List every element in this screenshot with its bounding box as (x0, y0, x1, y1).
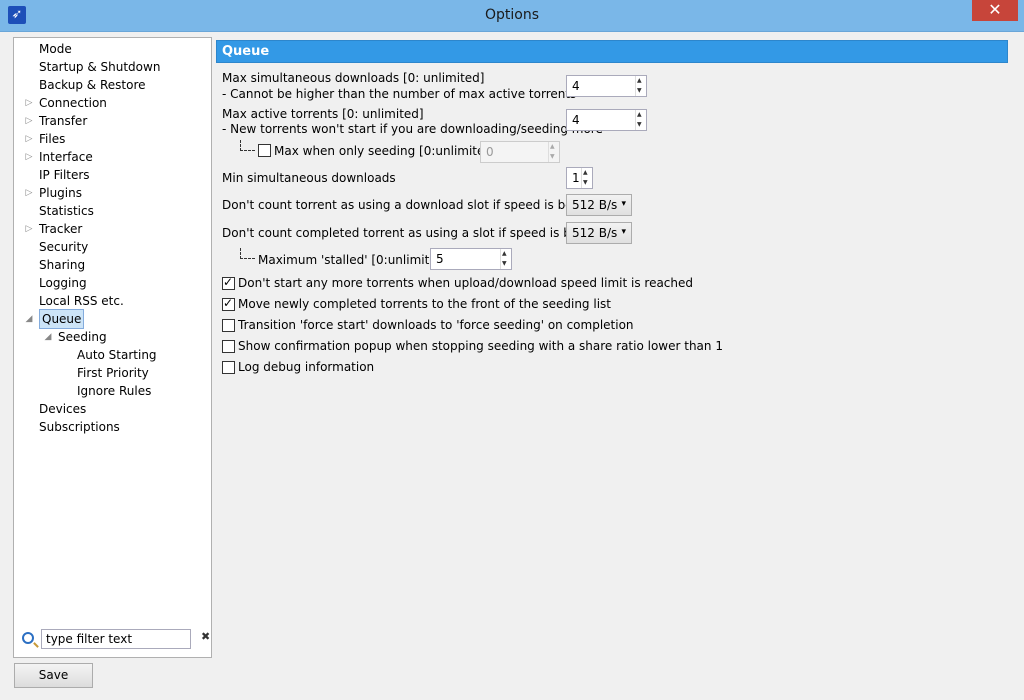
option-checkbox-label[interactable]: Transition 'force start' downloads to 'f… (238, 318, 634, 332)
completed-slot-speed-value: 512 B/s (572, 226, 618, 240)
spinner-arrows-icon[interactable]: ▲ ▼ (548, 142, 559, 162)
chevron-down-icon: ▾ (621, 199, 626, 209)
options-tree: Mode Startup & Shutdown Backup & Restore ▷ C… (13, 37, 212, 658)
expand-arrow-icon[interactable]: ▷ (24, 184, 34, 202)
option-checkbox-label[interactable]: Move newly completed torrents to the fro… (238, 297, 611, 311)
sidebar-item-label: Statistics (39, 204, 94, 218)
sidebar-item-label: Connection (39, 96, 107, 110)
max-active-note: - New torrents won't start if you are do… (222, 122, 603, 136)
sidebar-item-label: Ignore Rules (77, 384, 152, 398)
min-downloads-value: 1 (572, 171, 580, 185)
tree-connector (240, 248, 255, 259)
sidebar-item-label: Devices (39, 402, 87, 416)
filter-input[interactable] (41, 629, 191, 649)
sidebar-item-label: First Priority (77, 366, 149, 380)
expand-arrow-icon[interactable]: ▷ (24, 94, 34, 112)
expand-arrow-icon[interactable]: ▷ (24, 148, 34, 166)
sidebar-item-label: Local RSS etc. (39, 294, 124, 308)
max-downloads-note: - Cannot be higher than the number of ma… (222, 87, 577, 101)
save-button[interactable]: Save (14, 663, 93, 688)
stalled-value: 5 (436, 252, 444, 266)
chevron-down-icon: ▾ (621, 227, 626, 237)
sidebar-item-label: Startup & Shutdown (39, 60, 161, 74)
option-checkbox[interactable] (222, 361, 235, 374)
max-active-spinner[interactable]: 4 ▲ ▼ (566, 109, 647, 131)
expand-arrow-icon[interactable]: ▷ (24, 112, 34, 130)
spinner-arrows-icon[interactable]: ▲ ▼ (635, 76, 646, 96)
max-active-label: Max active torrents [0: unlimited] (222, 107, 424, 121)
sidebar-item-label: Seeding (58, 330, 107, 344)
collapse-arrow-icon[interactable]: ◢ (43, 328, 53, 346)
title-bar[interactable]: ➶ Options ✕ (0, 0, 1024, 32)
min-downloads-spinner[interactable]: 1 ▲ ▼ (566, 167, 593, 189)
sidebar-item-label: Sharing (39, 258, 86, 272)
dl-slot-speed-value: 512 B/s (572, 198, 618, 212)
spinner-arrows-icon[interactable]: ▲ ▼ (635, 110, 646, 130)
option-checkbox[interactable] (222, 275, 235, 290)
sidebar-item-label: Logging (39, 276, 87, 290)
option-checkbox[interactable] (222, 319, 235, 332)
sidebar-item-label: Auto Starting (77, 348, 157, 362)
queue-panel: Queue Max simultaneous downloads [0: unl… (214, 37, 1011, 690)
max-seeding-spinner[interactable]: 0 ▲ ▼ (480, 141, 560, 163)
dl-slot-speed-select[interactable]: 512 B/s ▾ (566, 194, 632, 216)
option-checkbox-label[interactable]: Log debug information (238, 360, 374, 374)
search-icon (22, 632, 34, 644)
spinner-arrows-icon[interactable]: ▲ ▼ (500, 249, 511, 269)
sidebar-item-label: Transfer (39, 114, 88, 128)
completed-slot-label: Don't count completed torrent as using a… (222, 226, 599, 240)
expand-arrow-icon[interactable]: ▷ (24, 220, 34, 238)
sidebar-item-label: Subscriptions (39, 420, 120, 434)
dl-slot-label: Don't count torrent as using a download … (222, 198, 594, 212)
section-header: Queue (216, 40, 1008, 63)
sidebar-item-label: Files (39, 132, 66, 146)
clear-filter-icon[interactable]: ✖ (201, 630, 210, 643)
options-window: ➶ Options ✕ Mode Startup & Shutdown Backup… (0, 0, 1024, 700)
tree-connector (240, 140, 255, 151)
max-seeding-value: 0 (486, 145, 494, 159)
window-title: Options (484, 7, 540, 23)
max-downloads-label: Max simultaneous downloads [0: unlimited… (222, 71, 485, 85)
max-downloads-value: 4 (572, 79, 580, 93)
sidebar-item-label: Tracker (39, 222, 83, 236)
max-downloads-spinner[interactable]: 4 ▲ ▼ (566, 75, 647, 97)
option-checkbox[interactable] (222, 340, 235, 353)
sidebar-item-label: Queue (39, 309, 85, 329)
stalled-spinner[interactable]: 5 ▲ ▼ (430, 248, 512, 270)
sidebar-item-label: Plugins (39, 186, 82, 200)
sidebar-item-label: IP Filters (39, 168, 90, 182)
sidebar-item-label: Backup & Restore (39, 78, 146, 92)
close-button[interactable]: ✕ (972, 0, 1018, 21)
max-seeding-label: Max when only seeding [0:unlimited] (274, 144, 497, 158)
spinner-arrows-icon[interactable]: ▲ ▼ (581, 168, 592, 188)
filter-row: ✖ (20, 629, 210, 651)
sidebar-item-label: Mode (39, 42, 72, 56)
option-checkbox-label[interactable]: Show confirmation popup when stopping se… (238, 339, 723, 353)
sidebar-item-label: Security (39, 240, 89, 254)
completed-slot-speed-select[interactable]: 512 B/s ▾ (566, 222, 632, 244)
expand-arrow-icon[interactable]: ▷ (24, 130, 34, 148)
max-seeding-checkbox[interactable] (258, 144, 271, 157)
sidebar-item-label: Interface (39, 150, 93, 164)
option-checkbox[interactable] (222, 296, 235, 311)
min-downloads-label: Min simultaneous downloads (222, 171, 396, 185)
max-active-value: 4 (572, 113, 580, 127)
collapse-arrow-icon[interactable]: ◢ (24, 310, 34, 328)
option-checkbox-label[interactable]: Don't start any more torrents when uploa… (238, 276, 693, 290)
stalled-label: Maximum 'stalled' [0:unlimited] (258, 253, 449, 267)
